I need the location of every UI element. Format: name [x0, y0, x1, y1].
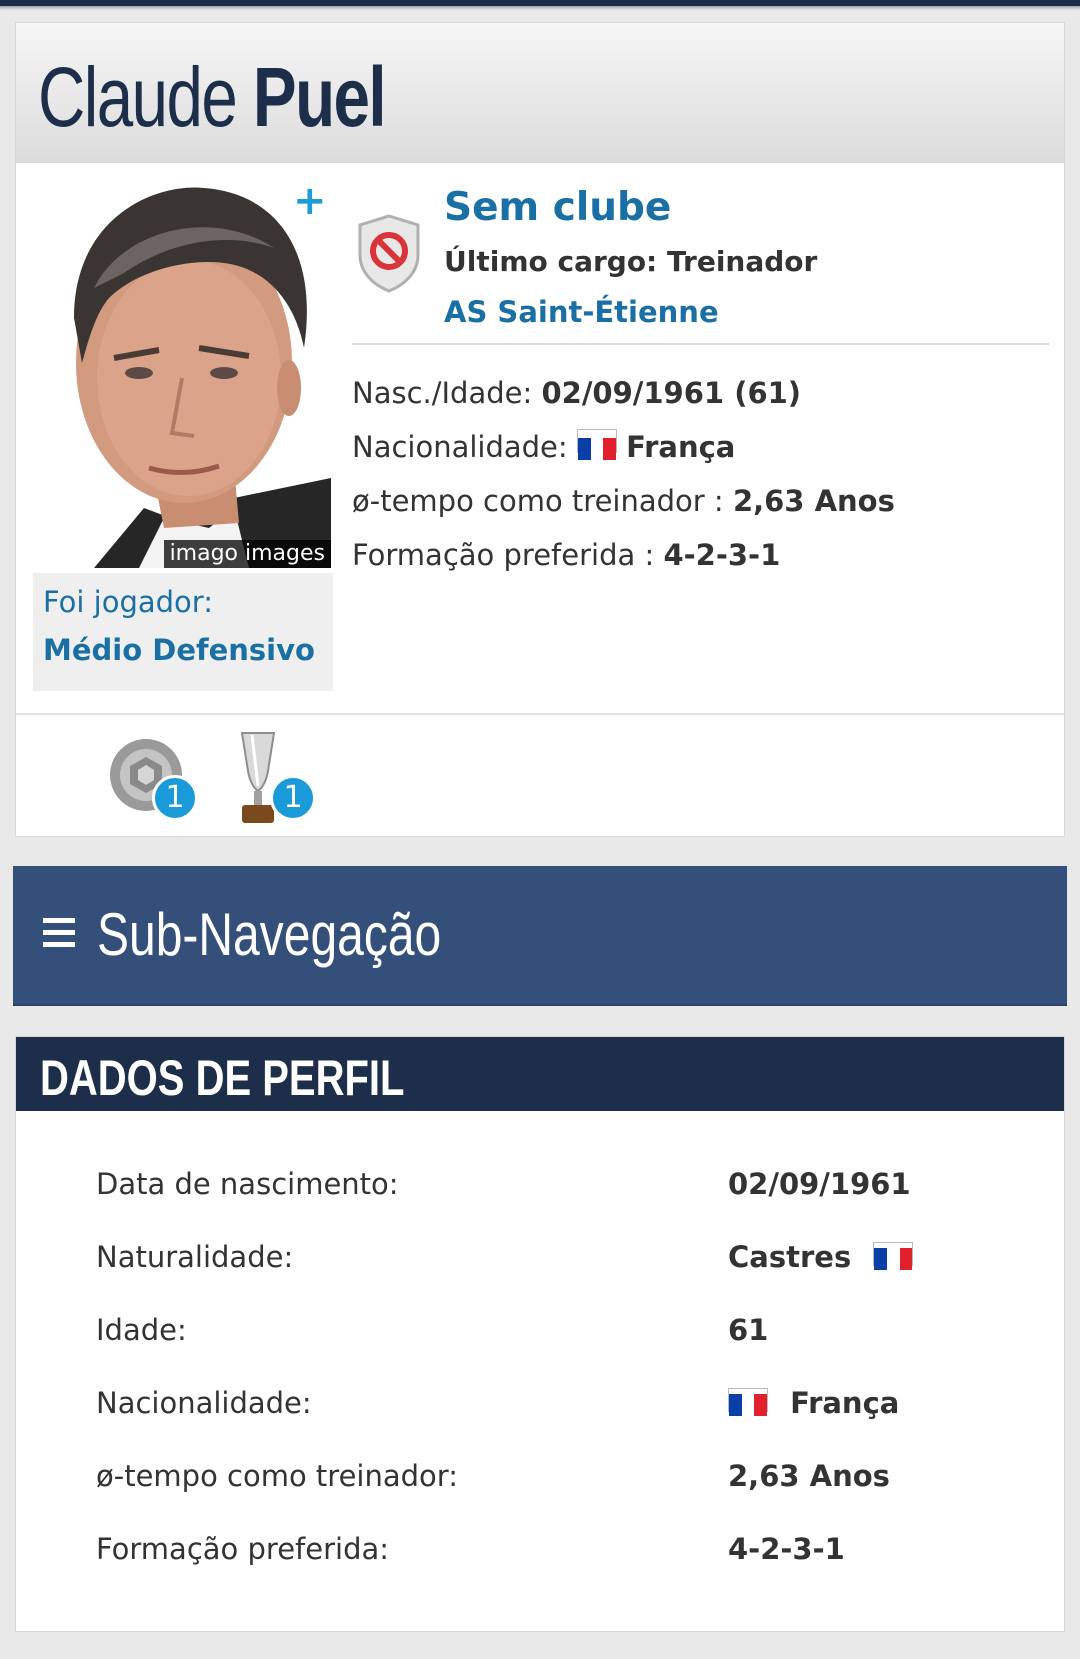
profile-data-card: DADOS DE PERFIL Data de nascimento: 02/0… [15, 1036, 1065, 1632]
profile-row: Naturalidade: Castres [96, 1240, 996, 1313]
formation-label: Formação preferida : [352, 538, 655, 572]
club-status: Sem clube [444, 185, 672, 230]
coach-photo[interactable]: imago images [34, 178, 331, 568]
birth-value: 02/09/1961 (61) [541, 376, 802, 410]
trophy-item-league[interactable]: 1 [106, 735, 206, 825]
birth-label: Nasc./Idade: [352, 376, 533, 410]
former-player-box: Foi jogador: Médio Defensivo [33, 573, 333, 691]
profile-row-value: 2,63 Anos [728, 1459, 890, 1493]
birthplace-value: Castres [728, 1240, 852, 1274]
profile-row: ø-tempo como treinador: 2,63 Anos [96, 1459, 996, 1532]
profile-row-label: Data de nascimento: [96, 1167, 399, 1201]
last-role: Último cargo: Treinador [444, 245, 818, 278]
profile-row-value-wrapper: França [728, 1386, 899, 1420]
coach-portrait-illustration [34, 178, 331, 568]
trophy-divider [16, 713, 1064, 715]
nationality-label: Nacionalidade: [352, 430, 568, 464]
profile-row: Idade: 61 [96, 1313, 996, 1386]
last-club-link[interactable]: AS Saint-Étienne [444, 295, 719, 329]
france-flag-icon [576, 429, 617, 460]
sub-navigation-bar[interactable]: Sub-Navegação [13, 866, 1067, 1006]
photo-credit: imago images [163, 540, 331, 568]
coach-header-card: Claude Puel imago images + Foi jogador: … [15, 22, 1065, 837]
former-player-label: Foi jogador: [43, 585, 213, 619]
info-row-nationality: Nacionalidade: França [352, 427, 895, 481]
coach-first-name: Claude [38, 50, 238, 144]
no-club-badge-icon [358, 214, 420, 293]
france-flag-icon [873, 1242, 914, 1270]
profile-row-value: 02/09/1961 [728, 1167, 911, 1201]
menu-hamburger-icon [43, 918, 75, 948]
profile-data-title: DADOS DE PERFIL [40, 1050, 405, 1106]
divider [352, 343, 1049, 345]
avg-tenure-value: 2,63 Anos [732, 484, 895, 518]
info-row-formation: Formação preferida : 4-2-3-1 [352, 535, 895, 589]
profile-row: Nacionalidade: França [96, 1386, 996, 1459]
coach-name: Claude Puel [38, 49, 387, 146]
profile-row-label: Naturalidade: [96, 1240, 294, 1274]
profile-row-label: ø-tempo como treinador: [96, 1459, 458, 1493]
trophy-count-badge: 1 [270, 775, 316, 821]
avg-tenure-label: ø-tempo como treinador : [352, 484, 724, 518]
profile-data-header: DADOS DE PERFIL [16, 1037, 1064, 1111]
profile-row: Formação preferida: 4-2-3-1 [96, 1532, 996, 1605]
formation-value: 4-2-3-1 [663, 538, 781, 572]
nationality-value[interactable]: França [626, 430, 735, 464]
profile-row-label: Nacionalidade: [96, 1386, 312, 1420]
coach-last-name: Puel [252, 50, 387, 144]
coach-info-list: Nasc./Idade: 02/09/1961 (61) Nacionalida… [352, 373, 895, 589]
profile-row-label: Formação preferida: [96, 1532, 390, 1566]
profile-row-label: Idade: [96, 1313, 187, 1347]
profile-data-table: Data de nascimento: 02/09/1961 Naturalid… [96, 1167, 996, 1605]
info-row-avg-tenure: ø-tempo como treinador : 2,63 Anos [352, 481, 895, 535]
sub-navigation-label: Sub-Navegação [97, 901, 442, 968]
france-flag-icon [728, 1388, 768, 1416]
profile-row-value-wrapper: Castres [728, 1240, 914, 1274]
profile-row-value: 61 [728, 1313, 769, 1347]
info-row-birth: Nasc./Idade: 02/09/1961 (61) [352, 373, 895, 427]
trophy-count-badge: 1 [152, 775, 198, 821]
profile-row: Data de nascimento: 02/09/1961 [96, 1167, 996, 1240]
add-photo-plus-icon[interactable]: + [293, 181, 327, 221]
trophy-item-cup[interactable]: 1 [228, 731, 328, 826]
top-bar-shadow [0, 6, 1080, 10]
profile-row-value: 4-2-3-1 [728, 1532, 845, 1566]
nationality-link[interactable]: França [790, 1386, 899, 1420]
former-player-position[interactable]: Médio Defensivo [43, 633, 323, 667]
